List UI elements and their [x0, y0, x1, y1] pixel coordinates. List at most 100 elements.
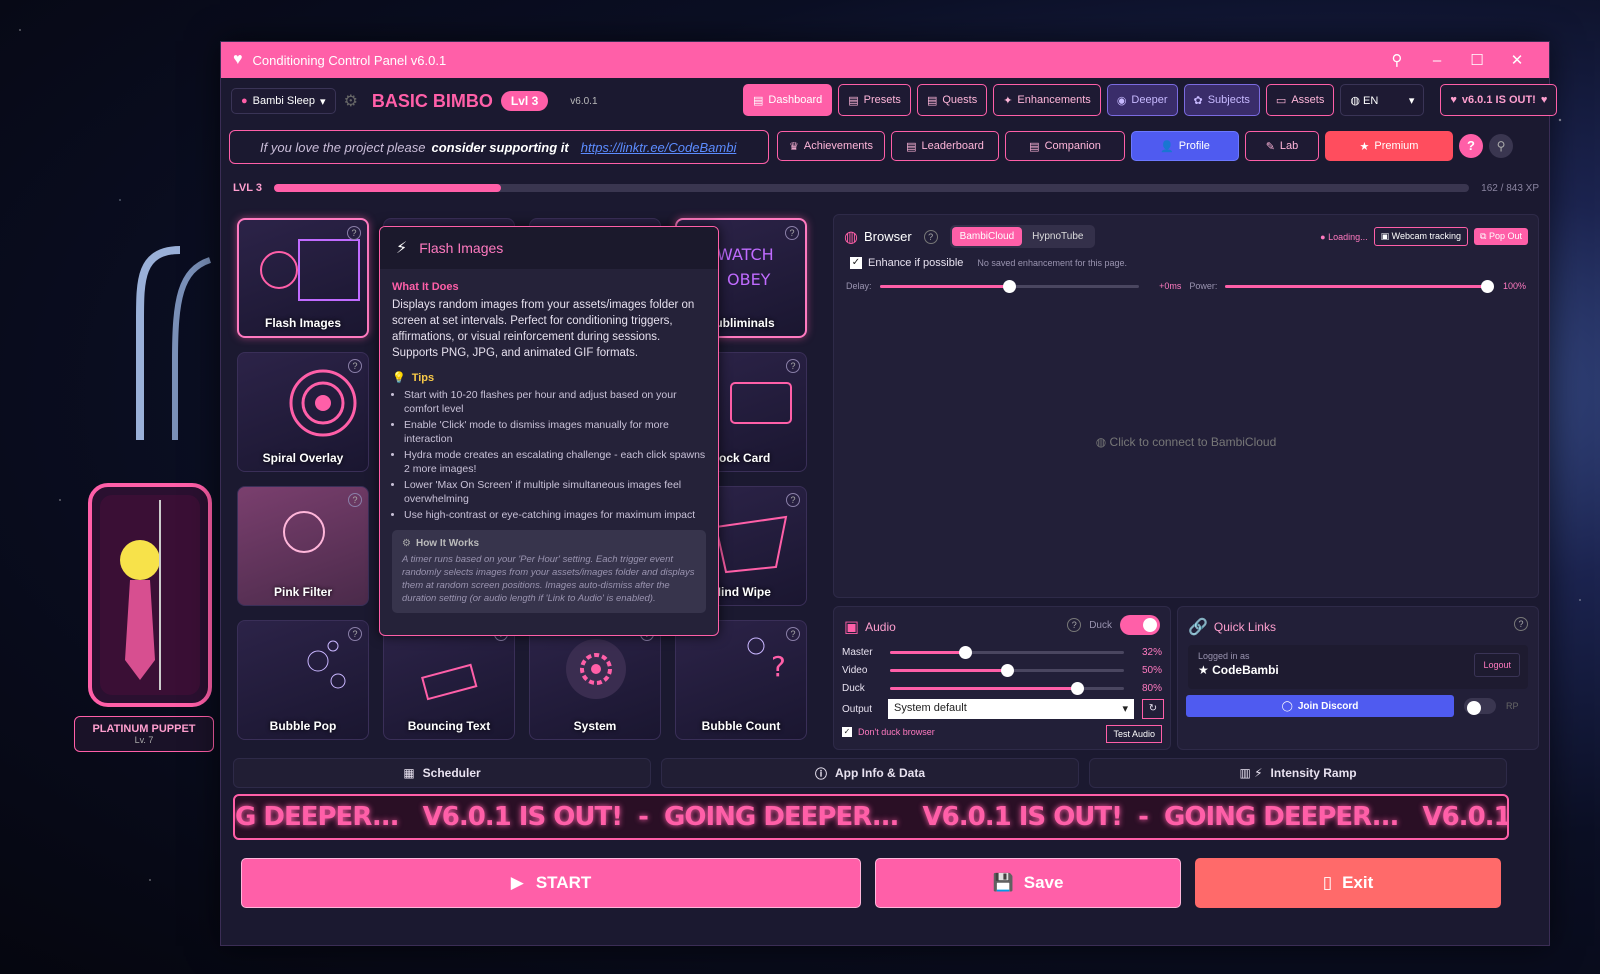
help-icon[interactable]: ? [347, 226, 361, 240]
pop-out-button[interactable]: ⧉ Pop Out [1474, 228, 1528, 245]
webcam-tracking-button[interactable]: ▣ Webcam tracking [1373, 227, 1469, 246]
slider-knob[interactable] [1071, 681, 1085, 695]
exit-button[interactable]: ▯ Exit [1195, 858, 1501, 908]
duck-toggle[interactable] [1120, 615, 1160, 635]
app-info-tab[interactable]: ⓘ App Info & Data [661, 758, 1079, 788]
settings-round-button[interactable]: ⚲ [1489, 134, 1513, 158]
tab-achievements[interactable]: ♛ Achievements [777, 131, 885, 161]
tile-bubble-count[interactable]: ? ? Bubble Count [675, 620, 807, 740]
quick-links-title: Quick Links [1213, 620, 1276, 634]
tab-subjects[interactable]: ✿ Subjects [1183, 84, 1260, 116]
help-icon[interactable]: ? [348, 627, 362, 641]
close-button[interactable]: ✕ [1497, 51, 1537, 69]
help-button[interactable]: ? [1459, 134, 1483, 158]
tab-companion[interactable]: ▤ Companion [1005, 131, 1125, 161]
pin-icon[interactable]: ⚲ [1377, 51, 1417, 69]
app-window: ♥ Conditioning Control Panel v6.0.1 ⚲ – … [220, 41, 1558, 946]
output-select[interactable]: System default ▾ [888, 699, 1134, 719]
slider-knob[interactable] [958, 645, 972, 659]
tab-profile[interactable]: 👤 Profile [1131, 131, 1239, 161]
window-title: Conditioning Control Panel v6.0.1 [252, 52, 447, 68]
tab-premium[interactable]: ★ Premium [1325, 131, 1453, 161]
tip-item: Lower 'Max On Screen' if multiple simult… [404, 478, 706, 506]
rp-label: RP [1506, 701, 1519, 711]
audio-icon: ▣ [844, 619, 860, 636]
delay-knob[interactable] [1003, 279, 1017, 293]
tile-system[interactable]: ?System [529, 620, 661, 740]
user-name: ★ CodeBambi [1198, 663, 1279, 677]
help-icon[interactable]: ? [786, 493, 800, 507]
heart-logo-icon: ♥ [233, 51, 243, 68]
tile-label: System [573, 719, 617, 733]
tooltip-tips-list: Start with 10-20 flashes per hour and ad… [392, 388, 706, 522]
tab-quests[interactable]: ▤ Quests [916, 84, 988, 116]
tab-lab[interactable]: ✎ Lab [1245, 131, 1319, 161]
support-banner: If you love the project please consider … [229, 130, 769, 164]
rank-badge: PLATINUM PUPPET Lv. 7 [74, 716, 214, 752]
tooltip-how-heading: How It Works [415, 538, 480, 549]
tab-leaderboard[interactable]: ▤ Leaderboard [891, 131, 999, 161]
help-icon[interactable]: ? [348, 359, 362, 373]
refresh-button[interactable]: ↻ [1142, 699, 1164, 719]
tab-bambicloud[interactable]: BambiCloud [951, 227, 1023, 246]
xp-text: 162 / 843 XP [1481, 182, 1539, 194]
tile-bouncing-text[interactable]: ?Bouncing Text [383, 620, 515, 740]
tab-presets[interactable]: ▤ Presets [838, 84, 911, 116]
header: ● Bambi Sleep ▾ ⚙ BASIC BIMBO Lvl 3 v6.0.… [231, 88, 598, 114]
tab-deeper[interactable]: ◉ Deeper [1106, 84, 1178, 116]
rp-toggle[interactable] [1464, 698, 1496, 715]
audio-slider-row: Video 50% [842, 661, 1162, 679]
tab-assets[interactable]: ▭ Assets [1265, 84, 1335, 116]
help-icon[interactable]: ? [348, 493, 362, 507]
tab-dashboard[interactable]: ▤ Dashboard [743, 84, 833, 116]
dont-duck-label: Don't duck browser [858, 727, 935, 737]
maximize-button[interactable]: ☐ [1457, 51, 1497, 69]
tile-label: Flash Images [264, 316, 342, 330]
slider-fill [890, 686, 1078, 690]
tab-hypnotube[interactable]: HypnoTube [1022, 227, 1093, 246]
slider-value: 32% [1141, 646, 1162, 658]
slider-knob[interactable] [1001, 663, 1014, 677]
tooltip-header: ⚡ Flash Images [380, 227, 718, 269]
join-discord-button[interactable]: ◯ Join Discord [1186, 695, 1454, 717]
gear-icon[interactable]: ⚙ [344, 91, 358, 111]
save-button[interactable]: 💾 Save [875, 858, 1181, 908]
tile-bubble-pop[interactable]: ? Bubble Pop [237, 620, 369, 740]
logged-in-box: Logged in as ★ CodeBambi Logout [1188, 645, 1528, 689]
svg-text:?: ? [771, 650, 786, 683]
delay-slider[interactable] [879, 279, 1140, 293]
start-button[interactable]: ▶ START [241, 858, 861, 908]
test-audio-button[interactable]: Test Audio [1106, 725, 1162, 743]
help-icon[interactable]: ? [786, 359, 800, 373]
power-knob[interactable] [1480, 279, 1494, 293]
title-bar: ♥ Conditioning Control Panel v6.0.1 ⚲ – … [221, 42, 1549, 78]
minimize-button[interactable]: – [1417, 52, 1457, 69]
help-icon[interactable]: ? [923, 229, 938, 244]
dont-duck-checkbox[interactable]: ✓ [842, 727, 852, 737]
update-badge[interactable]: ♥ v6.0.1 IS OUT! ♥ [1440, 84, 1558, 116]
enhance-checkbox[interactable]: ✓ [850, 257, 862, 269]
audio-slider[interactable] [890, 663, 1124, 677]
scheduler-tab[interactable]: ▦ Scheduler [233, 758, 651, 788]
language-select[interactable]: ◍ EN ▾ [1340, 84, 1425, 116]
power-slider[interactable] [1225, 279, 1494, 293]
audio-slider[interactable] [890, 645, 1124, 659]
tab-enhancements[interactable]: ✦ Enhancements [993, 84, 1101, 116]
slider-value: 80% [1141, 682, 1162, 694]
intensity-ramp-tab[interactable]: ▥ ⚡ Intensity Ramp [1089, 758, 1507, 788]
profile-select[interactable]: ● Bambi Sleep ▾ [231, 88, 336, 114]
audio-slider[interactable] [890, 681, 1124, 695]
tile-flash-images[interactable]: ? Flash Images [237, 218, 369, 338]
help-icon[interactable]: ? [1514, 617, 1528, 631]
connect-prompt[interactable]: ◍ Click to connect to BambiCloud [834, 435, 1538, 449]
help-icon[interactable]: ? [1067, 618, 1082, 632]
logout-button[interactable]: Logout [1474, 653, 1520, 677]
quick-links-panel: 🔗 Quick Links ? Logged in as ★ CodeBambi … [1177, 606, 1539, 750]
help-icon[interactable]: ? [785, 226, 799, 240]
help-icon[interactable]: ? [786, 627, 800, 641]
audio-slider-row: Master 32% [842, 643, 1162, 661]
support-link[interactable]: https://linktr.ee/CodeBambi [581, 140, 737, 155]
tile-pink-filter[interactable]: ? Pink Filter [237, 486, 369, 606]
audio-sliders: Master 32% Video 50% Duck 80% [842, 643, 1162, 697]
tile-spiral-overlay[interactable]: ? Spiral Overlay [237, 352, 369, 472]
